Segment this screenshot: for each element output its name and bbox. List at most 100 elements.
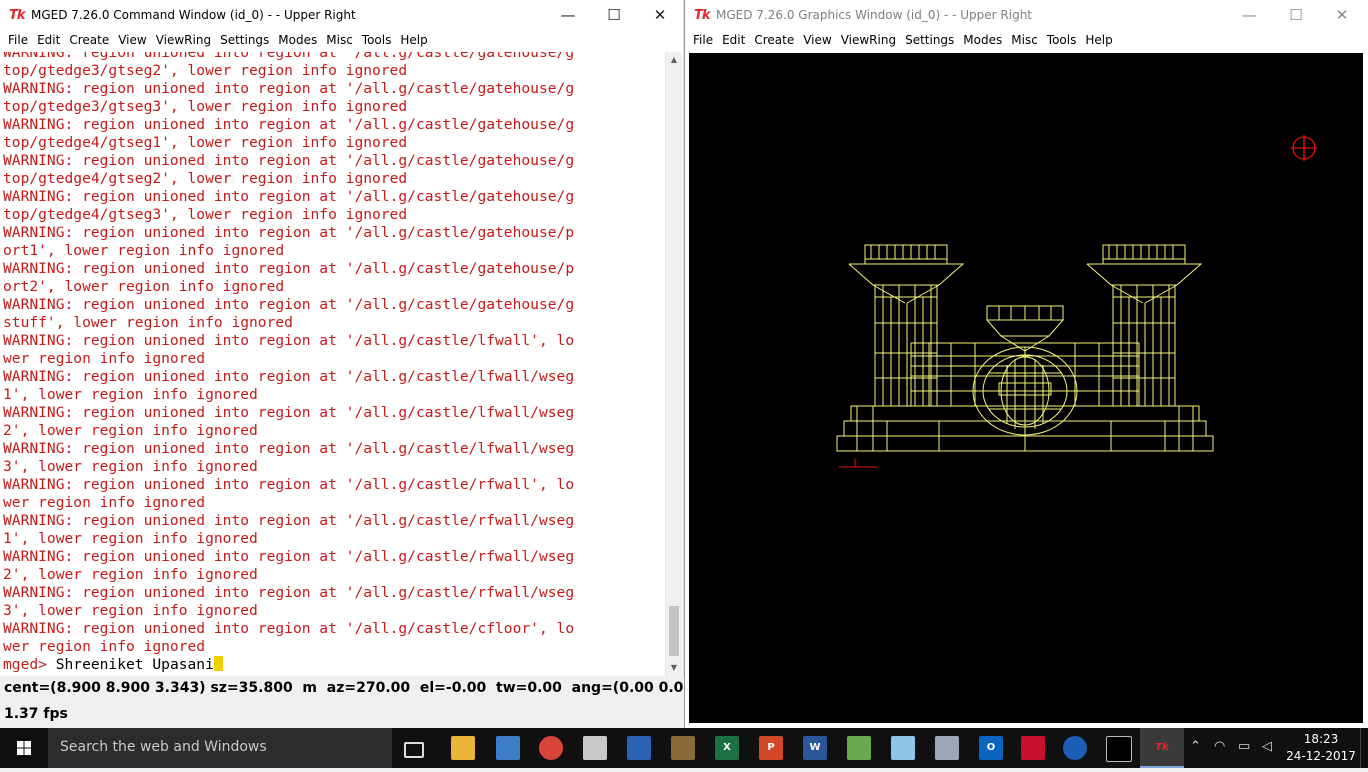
scrollbar-thumb[interactable] [669,606,679,656]
console-scrollbar[interactable]: ▲ ▼ [665,52,682,676]
castle-wireframe-lines [836,244,1214,468]
menu-settings[interactable]: Settings [905,31,954,47]
command-window: Tk MGED 7.26.0 Command Window (id_0) - -… [0,0,739,728]
menu-settings[interactable]: Settings [220,31,269,47]
menu-misc[interactable]: Misc [1011,31,1038,47]
scroll-down-icon[interactable]: ▼ [666,660,682,676]
graphics-canvas[interactable] [689,53,1363,723]
app-icon[interactable] [847,736,871,760]
crosshair-icon [1291,135,1317,161]
console-line: WARNING: region unioned into region at '… [3,368,575,385]
console-line: WARNING: region unioned into region at '… [3,152,575,169]
close-button[interactable]: ✕ [637,0,683,31]
menu-modes[interactable]: Modes [963,31,1002,47]
clock-date: 24-12-2017 [1286,749,1356,763]
console-line: WARNING: region unioned into region at '… [3,404,575,421]
clock-time: 18:23 [1303,732,1339,746]
maximize-button[interactable]: ☐ [591,0,637,31]
menu-create[interactable]: Create [69,31,109,47]
console-line: WARNING: region unioned into region at '… [3,584,575,601]
menu-viewring[interactable]: ViewRing [841,31,896,47]
outlook-icon[interactable]: O [979,736,1003,760]
close-button[interactable]: ✕ [1319,0,1365,31]
command-prompt-line[interactable]: mged> Shreeniket Upasani [3,656,661,674]
menu-edit[interactable]: Edit [722,31,745,47]
console-lines: WARNING: region unioned into region at '… [3,52,661,656]
menu-tools[interactable]: Tools [362,31,392,47]
app-icon[interactable] [496,736,520,760]
view-parameters: cent=(8.900 8.900 3.343) sz=35.800 m az=… [4,680,739,696]
console-line: top/gtedge4/gtseg1', lower region info i… [3,134,408,151]
mged-taskbar-button[interactable]: Tk [1140,728,1184,768]
console-line: 3', lower region info ignored [3,458,258,475]
chevron-up-icon[interactable]: ⌃ [1190,739,1201,754]
menu-file[interactable]: File [693,31,713,47]
powerpoint-icon[interactable]: P [759,736,783,760]
graphics-window-titlebar[interactable]: Tk MGED 7.26.0 Graphics Window (id_0) - … [685,0,1368,31]
console-line: WARNING: region unioned into region at '… [3,512,575,529]
command-menubar: File Edit Create View ViewRing Settings Modes M… [0,31,683,52]
menu-modes[interactable]: Modes [278,31,317,47]
console-line: WARNING: region unioned into region at '… [3,296,575,313]
search-box[interactable]: Search the web and Windows [48,728,392,768]
app-icon[interactable] [627,736,651,760]
battery-icon[interactable]: ▭ [1238,739,1250,754]
word-icon[interactable]: W [803,736,827,760]
console-line: 3', lower region info ignored [3,602,258,619]
command-window-titlebar[interactable]: Tk MGED 7.26.0 Command Window (id_0) - -… [0,0,683,31]
menu-edit[interactable]: Edit [37,31,60,47]
menu-create[interactable]: Create [754,31,794,47]
task-view-icon[interactable] [404,742,424,758]
console-line: wer region info ignored [3,494,206,511]
command-input[interactable]: Shreeniket Upasani [56,656,214,673]
menu-viewring[interactable]: ViewRing [156,31,211,47]
excel-icon[interactable]: X [715,736,739,760]
console-line: wer region info ignored [3,350,206,367]
tk-logo-icon: Tk [9,8,25,23]
acrobat-icon[interactable] [1021,736,1045,760]
menu-help[interactable]: Help [400,31,427,47]
graphics-menubar: File Edit Create View ViewRing Settings Modes M… [685,31,1368,52]
console-line: 2', lower region info ignored [3,422,258,439]
clock[interactable]: 18:23 24-12-2017 [1286,731,1356,765]
show-desktop-button[interactable] [1360,728,1368,768]
tk-logo-icon: Tk [694,8,710,23]
app-icon[interactable] [891,736,915,760]
minimize-button[interactable]: — [545,0,591,31]
menu-view[interactable]: View [803,31,831,47]
maximize-button[interactable]: ☐ [1273,0,1319,31]
app-icon[interactable] [671,736,695,760]
accessibility-icon[interactable] [1063,736,1087,760]
text-cursor [213,656,223,671]
scroll-up-icon[interactable]: ▲ [666,52,682,68]
console-line: WARNING: region unioned into region at '… [3,116,575,133]
console-line: WARNING: region unioned into region at '… [3,620,575,637]
menu-misc[interactable]: Misc [326,31,353,47]
console-line: wer region info ignored [3,638,206,655]
menu-help[interactable]: Help [1085,31,1112,47]
chrome-icon[interactable] [539,736,563,760]
console-line: WARNING: region unioned into region at '… [3,260,575,277]
menu-file[interactable]: File [8,31,28,47]
wifi-icon[interactable]: ◠ [1214,739,1225,754]
file-explorer-icon[interactable] [451,736,475,760]
start-button[interactable] [0,728,48,768]
console-line: WARNING: region unioned into region at '… [3,548,575,565]
console-line: top/gtedge4/gtseg3', lower region info i… [3,206,408,223]
volume-icon[interactable]: ◁ [1262,739,1272,754]
menu-view[interactable]: View [118,31,146,47]
graphics-window: Tk MGED 7.26.0 Graphics Window (id_0) - … [684,0,1368,728]
console-line: WARNING: region unioned into region at '… [3,80,575,97]
console-output[interactable]: WARNING: region unioned into region at '… [0,52,665,676]
console-line: WARNING: region unioned into region at '… [3,188,575,205]
app-icon[interactable] [583,736,607,760]
console-line: top/gtedge3/gtseg2', lower region info i… [3,62,408,79]
command-prompt-icon[interactable] [1106,736,1132,762]
minimize-button[interactable]: — [1226,0,1272,31]
menu-tools[interactable]: Tools [1047,31,1077,47]
status-bar: cent=(8.900 8.900 3.343) sz=35.800 m az=… [0,676,739,728]
console-line: WARNING: region unioned into region at '… [3,476,575,493]
console-line: 2', lower region info ignored [3,566,258,583]
app-icon[interactable] [935,736,959,760]
taskbar: Search the web and Windows X P W O Tk ⌃ … [0,728,1368,768]
